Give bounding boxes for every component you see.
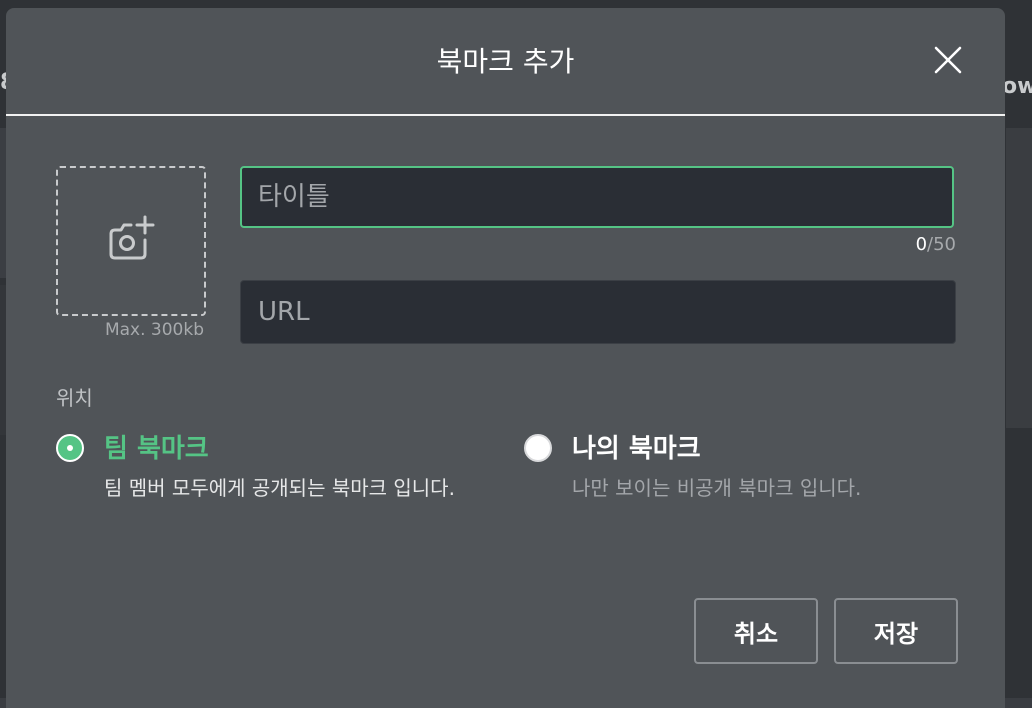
add-bookmark-dialog: 북마크 추가 Max. 300kb 0/50 위치 팀 북마크 팀 멤버 모두에… <box>6 8 1005 708</box>
title-char-counter: 0/50 <box>840 234 956 255</box>
cancel-button[interactable]: 취소 <box>694 598 818 664</box>
save-button[interactable]: 저장 <box>834 598 958 664</box>
radio-option-description: 팀 멤버 모두에게 공개되는 북마크 입니다. <box>104 476 455 500</box>
radio-button-checked[interactable] <box>56 434 84 462</box>
close-button[interactable] <box>932 44 964 76</box>
image-max-size-hint: Max. 300kb <box>104 320 204 340</box>
char-count-max: /50 <box>927 234 956 255</box>
radio-option-title: 팀 북마크 <box>104 434 209 464</box>
camera-add-icon <box>109 215 155 260</box>
radio-option-description: 나만 보이는 비공개 북마크 입니다. <box>572 476 862 500</box>
radio-option-team-bookmark[interactable]: 팀 북마크 팀 멤버 모두에게 공개되는 북마크 입니다. <box>56 422 516 502</box>
radio-button-unchecked[interactable] <box>524 434 552 462</box>
image-upload-area[interactable] <box>56 166 206 316</box>
background-panel-right <box>1006 128 1032 428</box>
radio-option-title: 나의 북마크 <box>572 434 701 464</box>
location-label: 위치 <box>56 386 93 410</box>
title-input[interactable] <box>240 166 954 228</box>
radio-option-my-bookmark[interactable]: 나의 북마크 나만 보이는 비공개 북마크 입니다. <box>524 422 954 502</box>
background-text-fragment-right: ow <box>1002 74 1032 99</box>
char-count-current: 0 <box>915 234 928 255</box>
close-x-icon <box>934 46 962 74</box>
dialog-title: 북마크 추가 <box>436 45 575 78</box>
url-input[interactable] <box>240 280 956 344</box>
dialog-header: 북마크 추가 <box>6 8 1005 116</box>
